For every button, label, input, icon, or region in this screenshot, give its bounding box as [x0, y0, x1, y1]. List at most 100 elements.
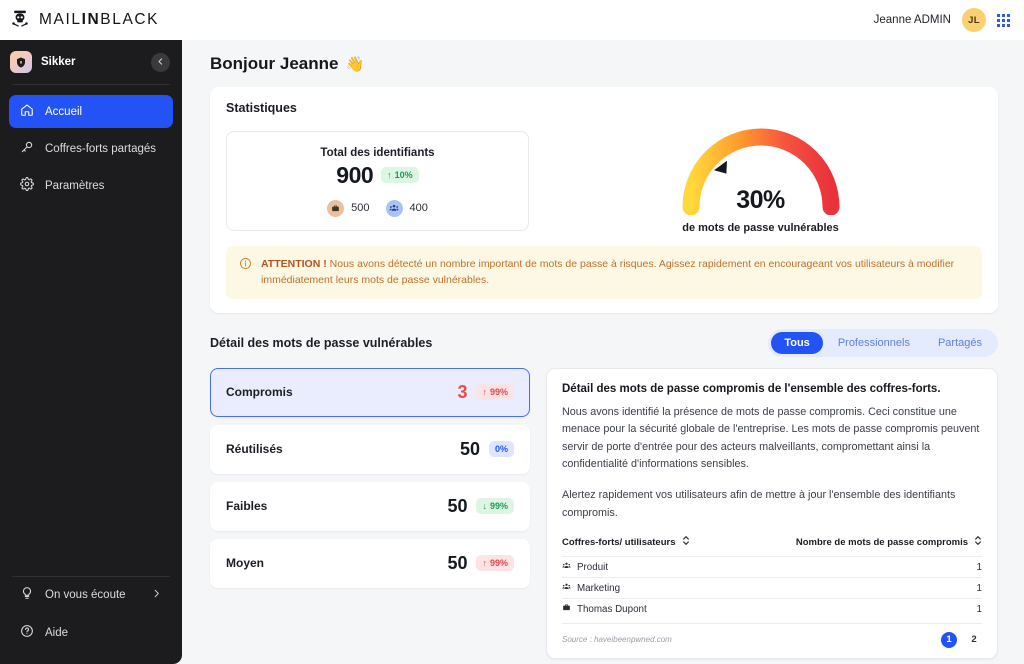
- column-header-label: Coffres-forts/ utilisateurs: [562, 536, 676, 548]
- list-item-label: Faibles: [226, 499, 268, 514]
- list-item-badge: ↓ 99%: [476, 498, 514, 515]
- sidebar-item-label: Accueil: [45, 105, 83, 118]
- statistics-card: Statistiques Total des identifiants 900 …: [210, 87, 998, 313]
- sidebar-item-coffres-forts-partages[interactable]: Coffres-forts partagés: [9, 132, 173, 165]
- breakdown-professionnels: 500: [327, 199, 370, 217]
- main-content: Bonjour Jeanne 👋 Statistiques Total des …: [182, 40, 1024, 664]
- table-row[interactable]: Produit 1: [562, 556, 982, 577]
- list-item-compromis[interactable]: Compromis 3 ↑ 99%: [210, 367, 530, 417]
- home-icon: [20, 103, 34, 120]
- warning-bold: ATTENTION !: [261, 258, 327, 270]
- gauge-caption: de mots de passe vulnérables: [682, 222, 839, 234]
- info-circle-icon: [239, 257, 252, 275]
- list-item-value: 50: [447, 495, 468, 516]
- list-item-badge: ↑ 99%: [476, 555, 514, 572]
- top-bar: MAILINBLACK Jeanne ADMIN JL: [0, 0, 1024, 40]
- sort-updown-icon[interactable]: [682, 535, 690, 549]
- briefcase-icon: [327, 199, 345, 217]
- apps-grid-icon[interactable]: [997, 13, 1010, 27]
- tab-tous[interactable]: Tous: [771, 331, 823, 354]
- list-item-badge-value: 0%: [494, 444, 508, 455]
- statistics-row: Total des identifiants 900 ↑ 10% 500 400…: [226, 127, 982, 234]
- top-bar-right: Jeanne ADMIN JL: [874, 8, 1010, 32]
- gauge-value: 30%: [736, 186, 785, 214]
- skull-crossbones-icon: [10, 8, 30, 33]
- compromised-table: Coffres-forts/ utilisateurs Nombre de mo…: [562, 535, 982, 619]
- list-item-moyen[interactable]: Moyen 50 ↑ 99%: [210, 538, 530, 588]
- table-row[interactable]: Marketing 1: [562, 577, 982, 598]
- chevron-right-icon: [151, 588, 162, 602]
- tab-partages[interactable]: Partagés: [925, 332, 995, 354]
- sidebar-item-accueil[interactable]: Accueil: [9, 95, 173, 128]
- list-item-badge: 0%: [488, 441, 514, 458]
- list-item-badge-value: 99%: [489, 558, 508, 569]
- brand-name: MAILINBLACK: [39, 11, 160, 28]
- pagination: 1 2: [941, 631, 982, 648]
- detail-title: Détail des mots de passe compromis de l'…: [562, 382, 941, 395]
- vulnerability-list: Compromis 3 ↑ 99% Réutilisés 50 0% Faibl…: [210, 367, 530, 588]
- sort-updown-icon[interactable]: [974, 535, 982, 549]
- warning-body: Nous avons détecté un nombre important d…: [261, 258, 955, 287]
- sidebar-item-on-vous-ecoute[interactable]: On vous écoute: [9, 577, 173, 612]
- list-item-badge-value: 99%: [489, 387, 508, 398]
- list-item-metrics: 50 ↑ 99%: [447, 553, 514, 574]
- column-header-nombre[interactable]: Nombre de mots de passe compromis: [796, 535, 982, 549]
- arrow-up-icon: ↑: [482, 387, 487, 398]
- users-icon: [562, 561, 571, 573]
- lightbulb-icon: [20, 586, 34, 603]
- sidebar-nav: Accueil Coffres-forts partagés Paramètre…: [0, 85, 182, 202]
- list-item-badge: ↑ 99%: [476, 384, 514, 401]
- total-value: 900: [336, 161, 374, 188]
- total-breakdown: 500 400: [237, 199, 518, 217]
- table-cell-label: Produit: [577, 561, 609, 573]
- list-item-value: 50: [447, 552, 468, 573]
- gear-icon: [20, 177, 34, 194]
- total-identifiants-box: Total des identifiants 900 ↑ 10% 500 400: [226, 130, 529, 231]
- table-cell-name: Marketing: [562, 582, 620, 594]
- filter-tabs: Tous Professionnels Partagés: [768, 328, 998, 357]
- detail-paragraph-1: Nous avons identifié la présence de mots…: [562, 405, 980, 470]
- sidebar-item-parametres[interactable]: Paramètres: [9, 169, 173, 202]
- warning-banner: ATTENTION ! Nous avons détecté un nombre…: [226, 246, 982, 299]
- table-header-row: Coffres-forts/ utilisateurs Nombre de mo…: [562, 535, 982, 556]
- briefcase-icon: [562, 603, 571, 615]
- arrow-up-icon: ↑: [387, 170, 392, 180]
- column-header-coffres-forts[interactable]: Coffres-forts/ utilisateurs: [562, 535, 690, 549]
- detail-split: Compromis 3 ↑ 99% Réutilisés 50 0% Faibl…: [210, 367, 998, 659]
- tab-professionnels[interactable]: Professionnels: [825, 332, 923, 354]
- sidebar-item-label: On vous écoute: [45, 588, 126, 601]
- breakdown-partages: 400: [385, 199, 428, 217]
- table-cell-label: Thomas Dupont: [577, 603, 647, 615]
- list-item-metrics: 3 ↑ 99%: [457, 382, 514, 403]
- list-item-label: Moyen: [226, 556, 265, 571]
- page-2-button[interactable]: 2: [966, 634, 982, 645]
- list-item-value: 50: [459, 438, 480, 459]
- table-cell-count: 1: [976, 582, 982, 594]
- table-row[interactable]: Thomas Dupont 1: [562, 598, 982, 619]
- list-item-label: Réutilisés: [226, 442, 283, 457]
- users-icon: [385, 199, 403, 217]
- sidebar-item-aide[interactable]: Aide: [9, 615, 173, 650]
- list-item-reutilises[interactable]: Réutilisés 50 0%: [210, 424, 530, 474]
- chevron-left-icon: [156, 53, 165, 71]
- list-item-metrics: 50 0%: [460, 439, 514, 460]
- detail-paragraph-2: Alertez rapidement vos utilisateurs afin…: [562, 489, 956, 519]
- page-1-button[interactable]: 1: [941, 631, 957, 648]
- sidebar-item-label: Coffres-forts partagés: [45, 142, 157, 155]
- list-item-faibles[interactable]: Faibles 50 ↓ 99%: [210, 481, 530, 531]
- list-item-value: 3: [457, 381, 468, 402]
- user-name: Jeanne ADMIN: [873, 14, 951, 26]
- total-value-row: 900 ↑ 10%: [237, 162, 518, 189]
- total-trend-value: 10%: [394, 170, 413, 180]
- sidebar-item-label: Paramètres: [45, 179, 105, 192]
- sidebar-collapse-button[interactable]: [151, 52, 170, 72]
- detail-footer: Source : haveibeenpwned.com 1 2: [562, 622, 982, 648]
- brand-logo[interactable]: MAILINBLACK: [10, 8, 159, 33]
- total-label: Total des identifiants: [320, 146, 435, 159]
- greeting-text: Bonjour Jeanne: [210, 54, 339, 73]
- column-header-label: Nombre de mots de passe compromis: [795, 536, 968, 548]
- list-item-metrics: 50 ↓ 99%: [447, 496, 514, 517]
- avatar[interactable]: JL: [962, 8, 986, 32]
- list-item-badge-value: 99%: [489, 501, 508, 512]
- warning-text: ATTENTION ! Nous avons détecté un nombre…: [261, 256, 969, 289]
